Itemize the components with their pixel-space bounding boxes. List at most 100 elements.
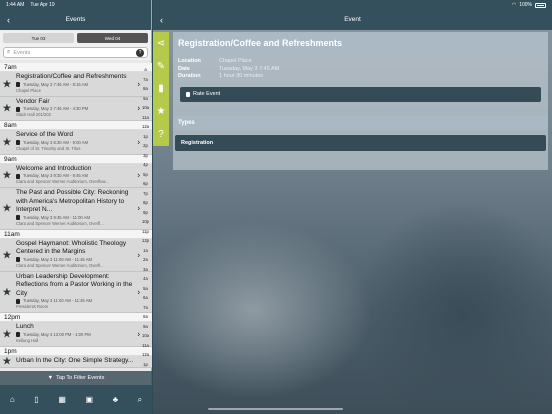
status-time: 1:44 AM: [6, 2, 25, 8]
location-label: Location: [178, 58, 201, 64]
list-item[interactable]: ★ Service of the Word Tuesday, May 3 8:3…: [0, 130, 152, 155]
event-time-text: Tuesday, May 3 8:30 AM - 9:00 AM: [23, 139, 88, 145]
type-item[interactable]: Registration: [175, 134, 546, 151]
help-icon[interactable]: ?: [158, 129, 164, 140]
battery-percent: 100%: [519, 2, 532, 8]
index-letter[interactable]: 8a: [143, 312, 148, 322]
day-tabs: Tue 03 Wed 04: [0, 30, 151, 46]
index-letter[interactable]: 9a: [143, 94, 148, 104]
time-index-scrubber[interactable]: a 7a 8a 9a 10a 11a 12a 1p 2p 3p 4p 5p 6p…: [140, 63, 151, 387]
event-title: Vendor Fair: [16, 97, 50, 105]
index-letter[interactable]: 11a: [142, 341, 149, 351]
home-icon[interactable]: ⌂: [10, 395, 15, 404]
index-letter[interactable]: 9p: [143, 208, 148, 218]
star-icon[interactable]: ★: [2, 102, 12, 115]
index-letter[interactable]: 4a: [143, 274, 148, 284]
index-letter[interactable]: 5p: [143, 170, 148, 180]
star-icon[interactable]: ★: [2, 77, 12, 90]
clipboard-icon[interactable]: ▮: [158, 83, 164, 94]
index-letter[interactable]: 11p: [142, 227, 149, 237]
index-letter[interactable]: 12a: [142, 122, 149, 132]
back-chevron-icon[interactable]: ‹: [160, 15, 163, 25]
search-placeholder: Events: [13, 49, 31, 56]
index-letter[interactable]: 1p: [143, 132, 148, 142]
star-icon[interactable]: ★: [2, 135, 12, 148]
index-letter[interactable]: 2a: [143, 255, 148, 265]
back-chevron-icon[interactable]: ‹: [7, 15, 10, 25]
share-icon[interactable]: ⋖: [157, 38, 165, 49]
list-item[interactable]: ★ The Past and Possible City: Reckoning …: [0, 188, 152, 230]
location-row: Location Chapel Place: [178, 58, 543, 66]
action-sidebar: ⋖ ✎ ▮ ★ ?: [153, 32, 169, 146]
list-item[interactable]: ★ Gospel Haymanot: Wholistic Theology Ce…: [0, 238, 152, 272]
index-letter[interactable]: 7p: [143, 189, 148, 199]
phone-icon[interactable]: ▯: [34, 395, 38, 404]
index-letter[interactable]: 5a: [143, 284, 148, 294]
index-letter[interactable]: 10a: [142, 331, 149, 341]
location-value: Chapel Place: [219, 58, 252, 64]
event-header-title: Event: [344, 16, 361, 23]
background-blur: [153, 220, 373, 400]
star-icon[interactable]: ★: [2, 327, 12, 340]
list-item[interactable]: ★ Welcome and Introduction Tuesday, May …: [0, 163, 152, 188]
index-letter[interactable]: 10a: [142, 103, 149, 113]
list-item[interactable]: ★ Vendor Fair Tuesday, May 3 7:45 AM - 4…: [0, 96, 152, 121]
clipboard-icon: [16, 82, 20, 87]
index-letter[interactable]: 6p: [143, 179, 148, 189]
briefcase-icon[interactable]: ▣: [86, 395, 94, 404]
rate-event-button[interactable]: Rate Event: [180, 86, 541, 102]
filter-label: Tap To Filter Events: [56, 375, 105, 381]
day-tab-tue[interactable]: Tue 03: [3, 33, 74, 43]
index-letter[interactable]: 9a: [143, 322, 148, 332]
events-list[interactable]: 7am ★ Registration/Coffee and Refreshmen…: [0, 63, 152, 387]
list-item[interactable]: ★ Registration/Coffee and Refreshments T…: [0, 72, 152, 97]
date-value: Tuesday, May 3 7:45 AM: [219, 65, 280, 72]
index-letter[interactable]: 3p: [143, 151, 148, 161]
event-title: The Past and Possible City: Reckoning wi…: [16, 189, 129, 213]
star-icon[interactable]: ★: [2, 248, 12, 261]
star-icon[interactable]: ★: [2, 169, 12, 182]
event-title: Urban In the City: One Simple Strategy..…: [16, 356, 134, 364]
index-letter[interactable]: 2p: [143, 141, 148, 151]
grid-icon[interactable]: ▦: [58, 395, 66, 404]
clipboard-icon: [16, 173, 20, 179]
search-tab-icon[interactable]: ⌕: [138, 395, 142, 405]
index-letter[interactable]: 11a: [142, 113, 149, 123]
filter-events-bar[interactable]: ▼ Tap To Filter Events: [0, 371, 152, 385]
list-item[interactable]: ★ Urban Leadership Development: Reflecti…: [0, 271, 152, 313]
search-input[interactable]: ⌕ Events ?: [3, 47, 148, 58]
index-letter[interactable]: 8a: [143, 84, 148, 94]
duration-value: 1 hour 30 minutes: [219, 73, 264, 79]
event-time-text: Tuesday, May 3 11:00 AM - 11:45 AM: [23, 256, 92, 262]
help-icon[interactable]: ?: [136, 48, 144, 57]
star-icon[interactable]: ★: [2, 285, 12, 298]
list-item[interactable]: ★ Urban In the City: One Simple Strategy…: [0, 355, 152, 368]
index-letter[interactable]: 8p: [143, 198, 148, 208]
index-letter[interactable]: 1a: [143, 246, 148, 256]
index-letter[interactable]: 6a: [143, 293, 148, 303]
index-letter[interactable]: 4p: [143, 160, 148, 170]
index-letter[interactable]: 12a: [142, 350, 149, 360]
star-icon[interactable]: ★: [157, 106, 166, 117]
event-location: Chapel of St. Timothy and St. Titus: [16, 145, 81, 151]
index-letter[interactable]: 7a: [143, 303, 148, 313]
event-detail-card: Registration/Coffee and Refreshments Loc…: [173, 32, 548, 170]
index-letter[interactable]: 7a: [143, 75, 148, 85]
index-letter[interactable]: a: [144, 65, 146, 75]
index-letter[interactable]: 10p: [142, 217, 149, 227]
list-item[interactable]: ★ Lunch Tuesday, May 3 12:00 PM - 1:00 P…: [0, 322, 152, 347]
index-letter[interactable]: 1p: [143, 360, 148, 370]
pencil-icon[interactable]: ✎: [157, 61, 165, 72]
event-time-text: Tuesday, May 3 7:45 AM - 9:15 AM: [23, 81, 88, 87]
event-title: Lunch: [16, 323, 34, 330]
event-time-text: Tuesday, May 3 12:00 PM - 1:00 PM: [23, 331, 91, 337]
people-icon[interactable]: ♣: [113, 395, 118, 404]
star-icon[interactable]: ★: [2, 202, 12, 215]
day-tab-wed[interactable]: Wed 04: [77, 33, 148, 43]
index-letter[interactable]: 3a: [143, 265, 148, 275]
event-location: Slack Hall 201/202: [16, 112, 51, 117]
index-letter[interactable]: 12p: [142, 236, 149, 246]
home-indicator: [208, 408, 343, 410]
star-icon[interactable]: ★: [2, 355, 12, 368]
battery-icon: [535, 2, 546, 8]
